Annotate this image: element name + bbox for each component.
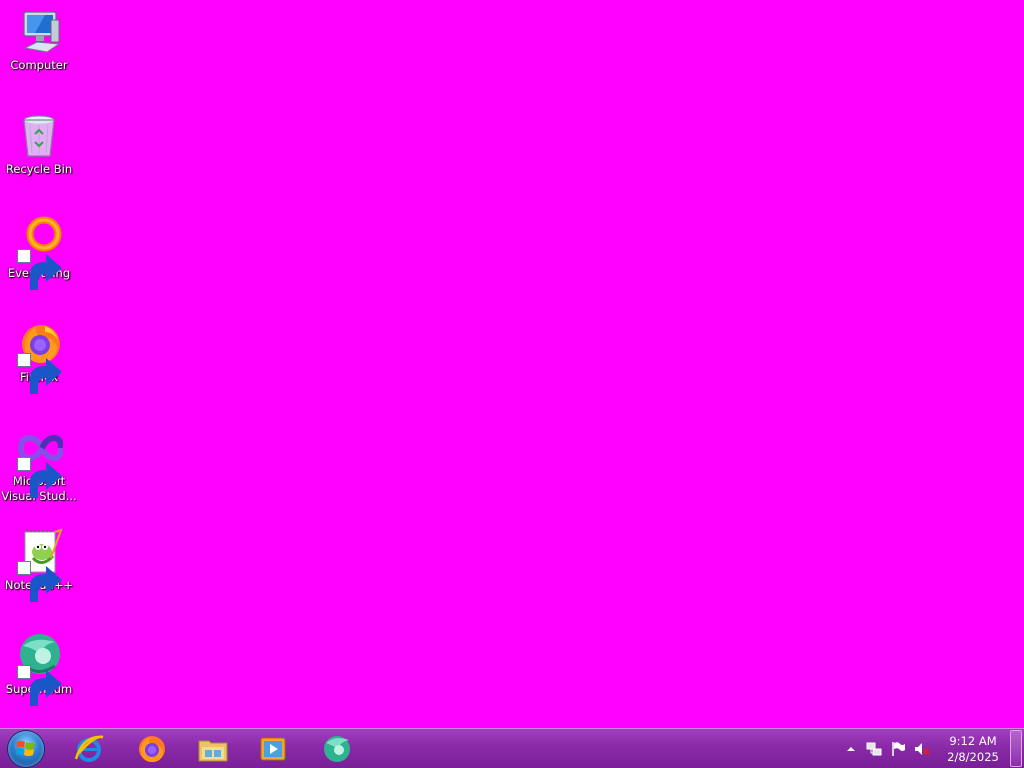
supermium-icon <box>324 736 350 762</box>
shortcut-arrow-icon <box>17 457 62 498</box>
desktop-icon-label: Computer <box>10 58 68 72</box>
media-player-icon <box>260 737 286 761</box>
file-explorer-icon <box>198 740 228 762</box>
action-center-flag-icon <box>892 742 905 756</box>
show-desktop-button[interactable] <box>1010 730 1022 767</box>
internet-explorer-icon <box>74 735 104 762</box>
tray-network[interactable] <box>866 741 882 757</box>
desktop-icon-firefox[interactable]: Firefox <box>1 320 77 394</box>
taskbar-file-explorer[interactable] <box>186 731 240 767</box>
desktop-icon-notepad-plus-plus[interactable]: Notepad++ <box>1 528 77 602</box>
clock-time: 9:12 AM <box>949 734 997 748</box>
volume-muted-icon <box>915 743 930 755</box>
shortcut-arrow-icon <box>17 665 62 706</box>
taskbar: 9:12 AM 2/8/2025 <box>0 728 1024 768</box>
visual-studio-icon <box>15 424 63 498</box>
firefox-icon <box>139 736 165 762</box>
windows-start-icon <box>8 731 44 767</box>
taskbar-firefox[interactable] <box>124 731 178 767</box>
desktop-icon-visual-studio[interactable]: Microsoft Visual Stud... <box>1 424 77 504</box>
taskbar-supermium[interactable] <box>310 731 364 767</box>
taskbar-media-player[interactable] <box>246 731 300 767</box>
everything-icon <box>15 216 63 290</box>
tray-action-center[interactable] <box>890 741 906 757</box>
desktop-icon-computer[interactable]: Computer <box>1 8 77 73</box>
supermium-icon <box>15 632 63 706</box>
taskbar-clock[interactable]: 9:12 AM 2/8/2025 <box>940 733 1006 765</box>
clock-date: 2/8/2025 <box>947 750 999 764</box>
shortcut-arrow-icon <box>17 249 62 290</box>
shortcut-arrow-icon <box>17 561 62 602</box>
recycle-bin-icon <box>15 112 63 160</box>
desktop-icon-everything[interactable]: Everything <box>1 216 77 290</box>
show-hidden-icons-icon <box>847 747 855 751</box>
desktop-icon-supermium[interactable]: Supermium <box>1 632 77 706</box>
taskbar-internet-explorer[interactable] <box>62 731 116 767</box>
show-hidden-icons-button[interactable] <box>843 741 859 757</box>
start-button[interactable] <box>6 730 46 768</box>
notepad-plus-plus-icon <box>15 528 63 602</box>
computer-icon <box>15 8 63 56</box>
shortcut-arrow-icon <box>17 353 62 394</box>
desktop-icon-label: Recycle Bin <box>5 162 73 176</box>
desktop-icon-recycle-bin[interactable]: Recycle Bin <box>1 112 77 177</box>
firefox-icon <box>15 320 63 394</box>
tray-volume[interactable] <box>914 741 930 757</box>
network-icon <box>866 742 882 756</box>
